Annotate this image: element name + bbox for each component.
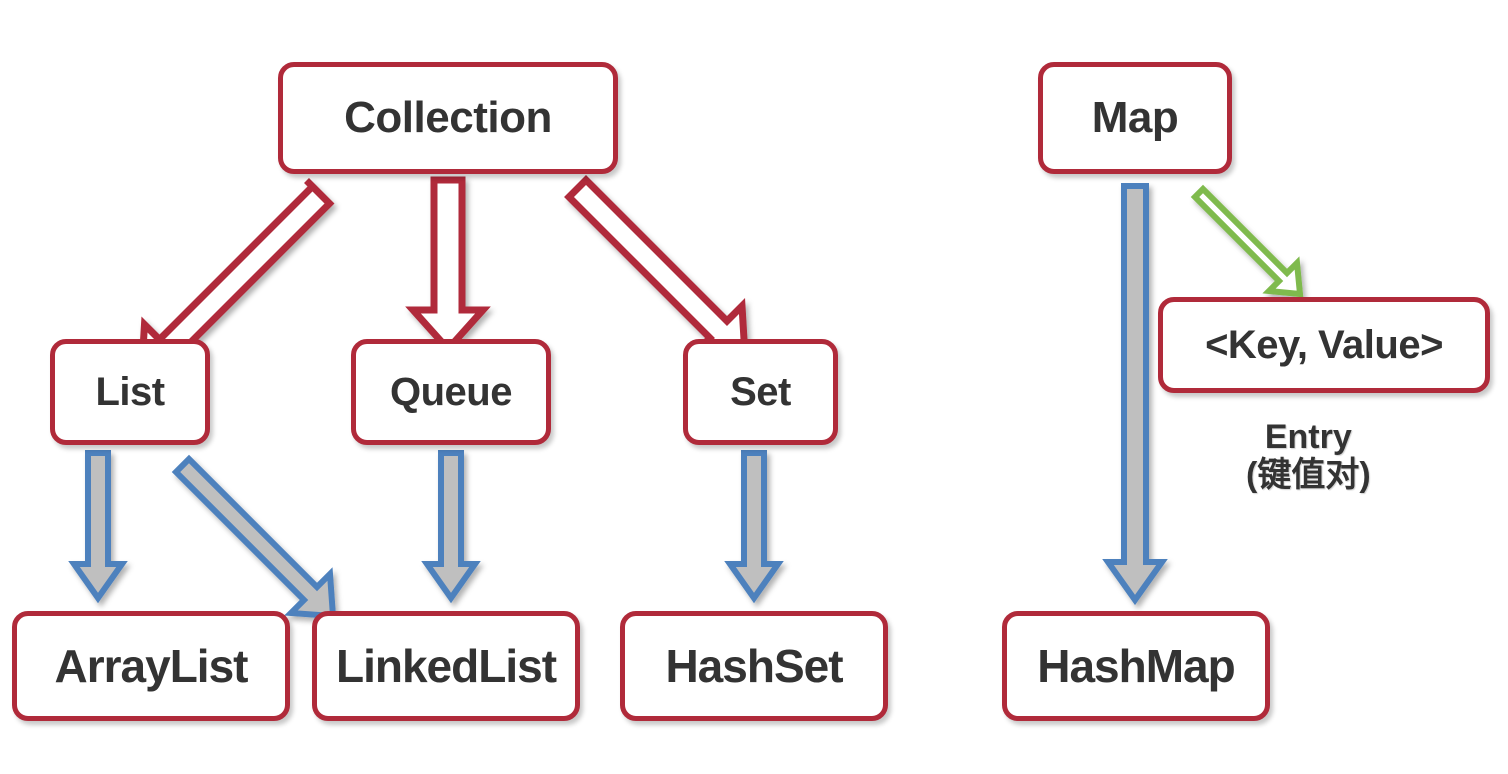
node-set-label: Set [730,370,791,414]
edge-map-to-keyvalue [1190,184,1304,298]
node-linkedlist[interactable]: LinkedList [312,611,580,721]
entry-caption-line-2: (键值对) [1246,456,1371,495]
node-hashmap[interactable]: HashMap [1002,611,1270,721]
node-key-value-label: <Key, Value> [1205,323,1443,367]
entry-caption: Entry (键值对) [1246,418,1371,494]
node-hashmap-label: HashMap [1037,640,1235,692]
node-set[interactable]: Set [683,339,838,445]
node-queue[interactable]: Queue [351,339,551,445]
node-collection[interactable]: Collection [278,62,618,174]
edge-queue-to-linkedlist [421,450,481,604]
node-map[interactable]: Map [1038,62,1232,174]
collections-hierarchy-diagram: Collection List Queue Set ArrayList Link… [0,0,1508,774]
edge-list-to-linkedlist [171,454,337,620]
edge-set-to-hashset [724,450,784,604]
edge-collection-to-set [564,175,749,360]
node-arraylist[interactable]: ArrayList [12,611,290,721]
node-hashset-label: HashSet [665,640,843,692]
edge-map-to-hashmap [1102,183,1168,606]
node-hashset[interactable]: HashSet [620,611,888,721]
node-map-label: Map [1091,93,1179,142]
node-list[interactable]: List [50,339,210,445]
node-collection-label: Collection [344,93,552,142]
node-key-value[interactable]: <Key, Value> [1158,297,1490,393]
edge-list-to-arraylist [68,450,128,604]
node-list-label: List [95,370,165,414]
entry-caption-line-1: Entry [1264,418,1352,456]
node-linkedlist-label: LinkedList [335,640,557,692]
node-queue-label: Queue [390,370,512,414]
edge-collection-to-queue [405,176,491,355]
node-arraylist-label: ArrayList [54,640,249,692]
